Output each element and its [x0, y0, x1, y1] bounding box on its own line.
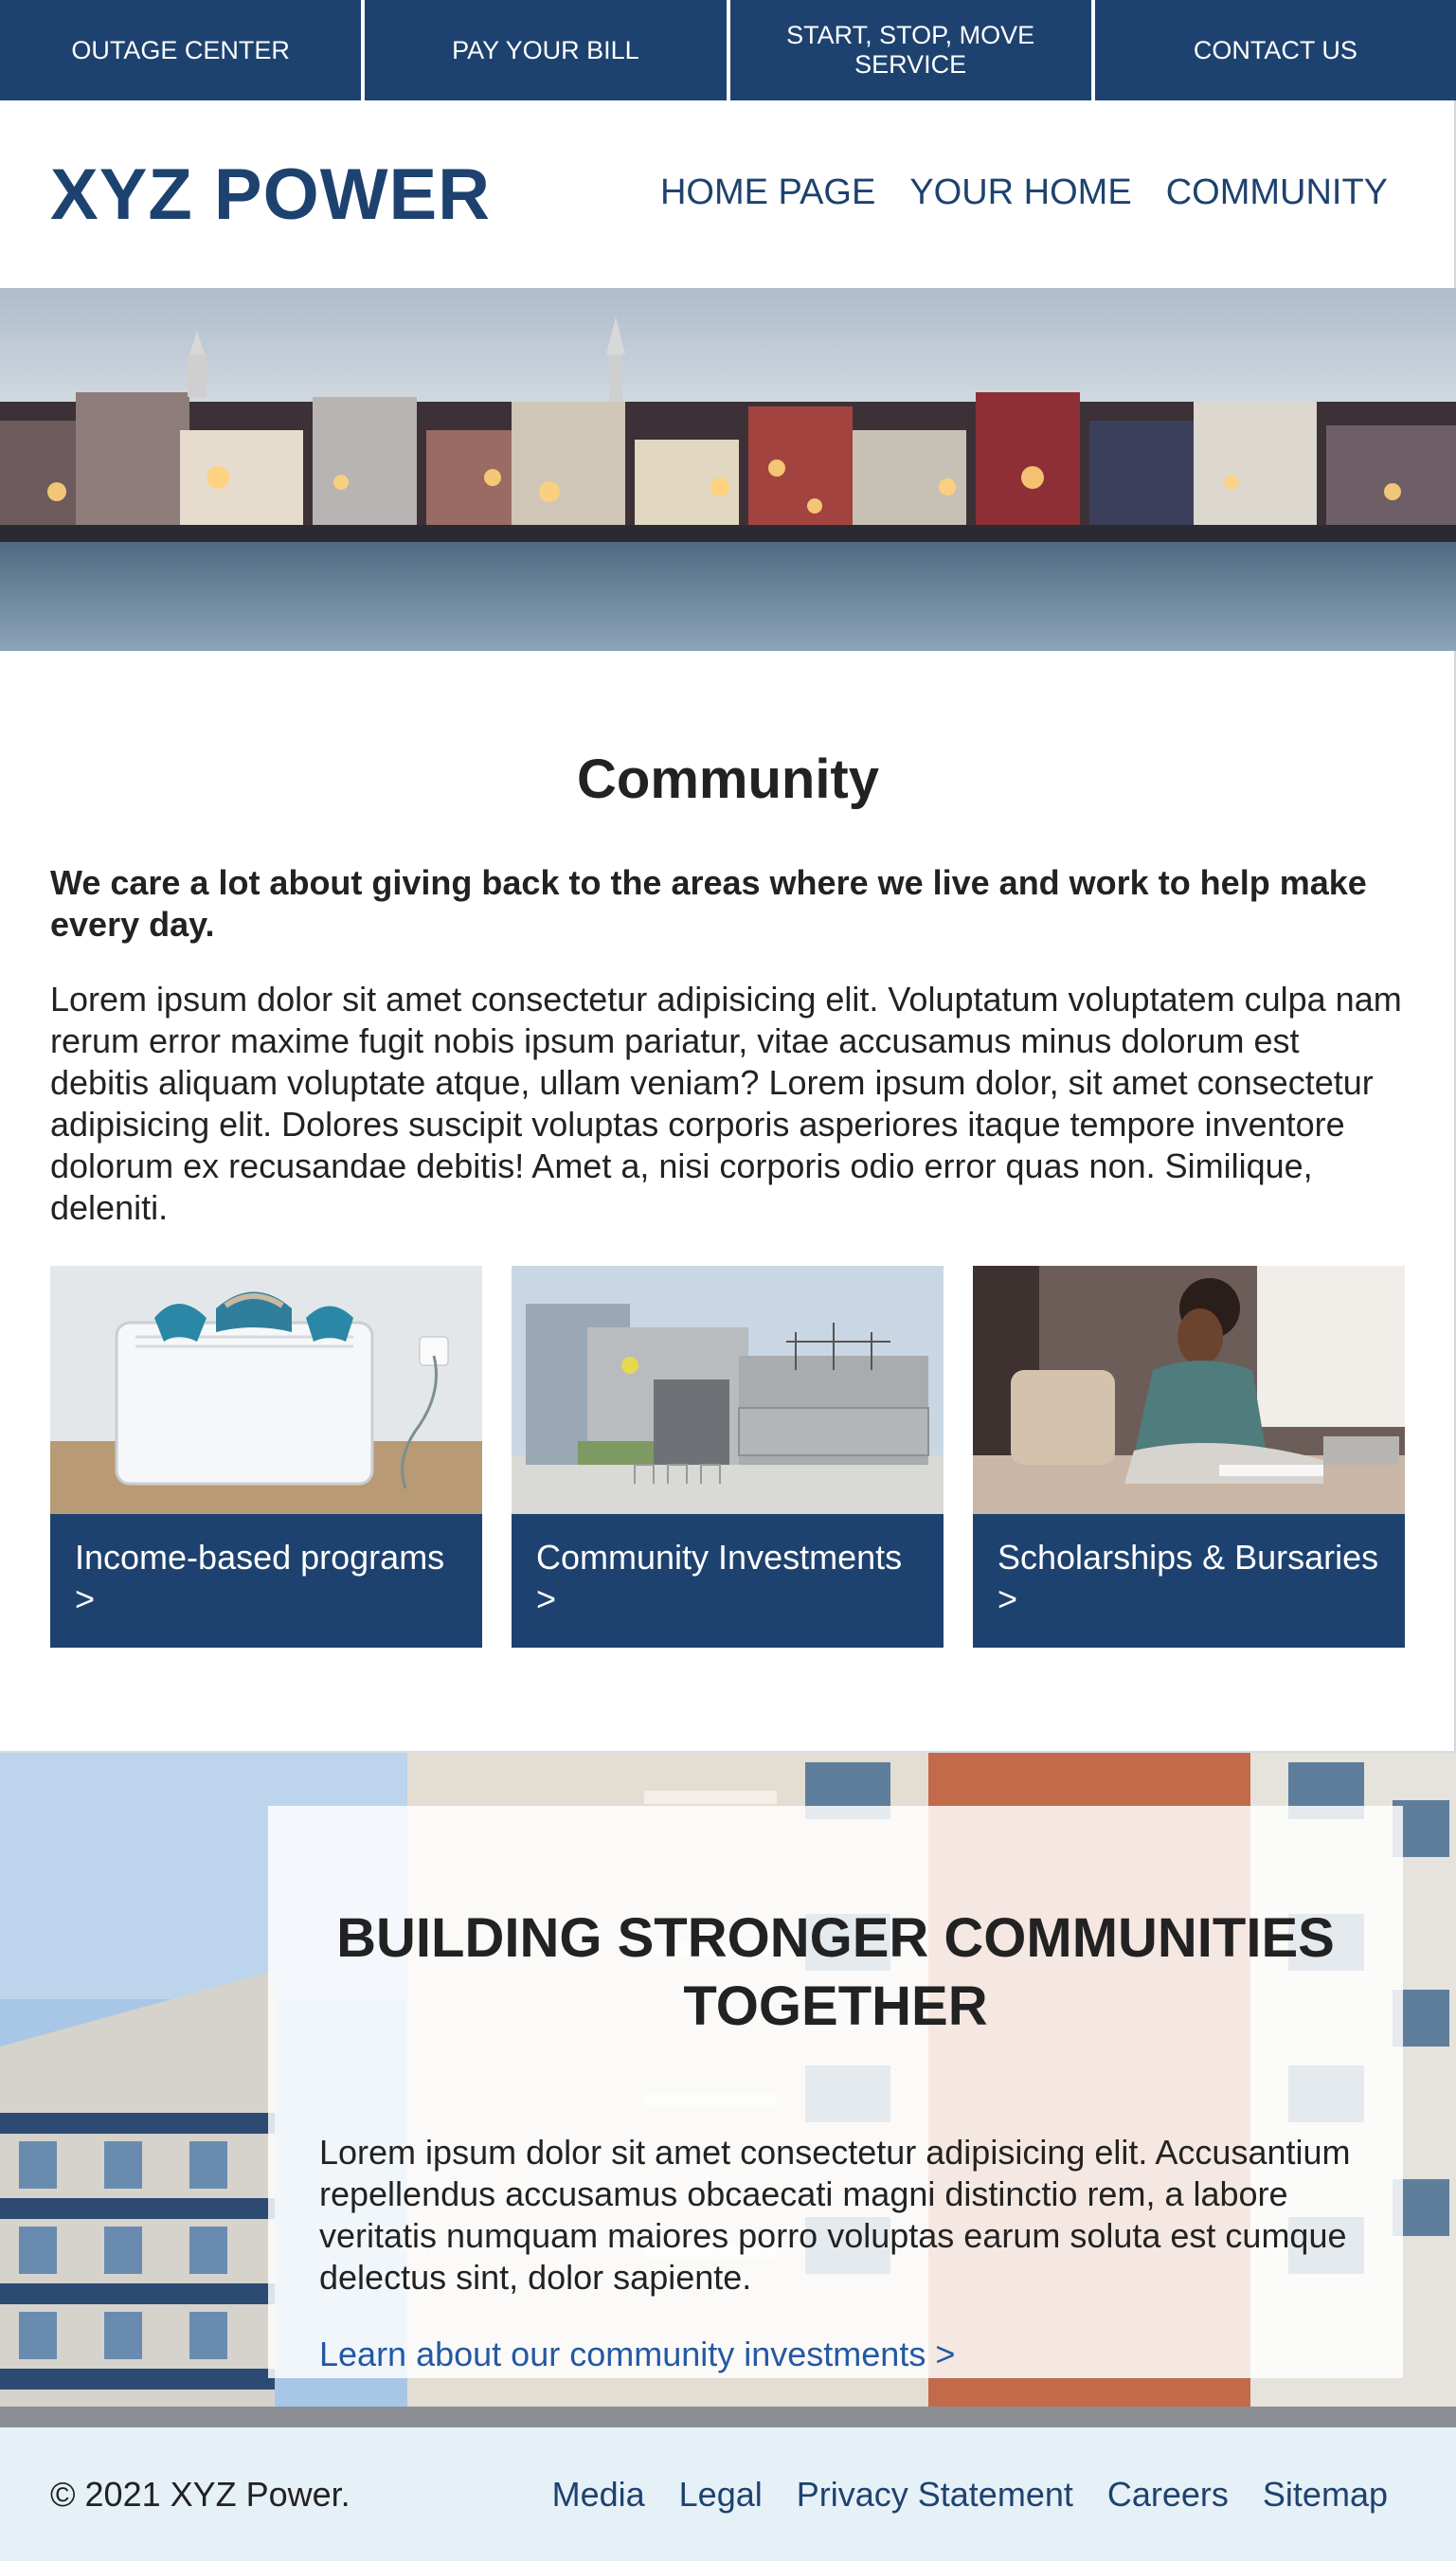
feature-body: Lorem ipsum dolor sit amet consectetur a… [319, 2133, 1351, 2297]
footer-link-sitemap[interactable]: Sitemap [1263, 2475, 1388, 2515]
card-label: Community Investments > [512, 1514, 944, 1648]
feature-banner: BUILDING STRONGER COMMUNITIES TOGETHER L… [0, 1751, 1456, 2427]
footer-link-careers[interactable]: Careers [1107, 2475, 1229, 2515]
student-studying-image [973, 1266, 1405, 1514]
nav-your-home[interactable]: YOUR HOME [909, 172, 1131, 213]
program-cards: Income-based programs > Community Invest… [50, 1266, 1405, 1648]
card-income-based-programs[interactable]: Income-based programs > [50, 1266, 482, 1648]
copyright-text: © 2021 XYZ Power. [50, 2475, 351, 2514]
feature-card: BUILDING STRONGER COMMUNITIES TOGETHER L… [268, 1806, 1403, 2378]
utility-outage-center[interactable]: OUTAGE CENTER [0, 0, 366, 100]
radiator-image [50, 1266, 482, 1514]
utility-pay-bill[interactable]: PAY YOUR BILL [365, 0, 730, 100]
page: OUTAGE CENTER PAY YOUR BILL START, STOP,… [0, 0, 1456, 2561]
nav-community[interactable]: COMMUNITY [1166, 172, 1388, 213]
card-label: Scholarships & Bursaries > [973, 1514, 1405, 1648]
site-header: XYZ POWER HOME PAGE YOUR HOME COMMUNITY [0, 100, 1456, 288]
page-title: Community [577, 748, 879, 810]
utility-contact-us[interactable]: CONTACT US [1094, 0, 1456, 100]
site-logo[interactable]: XYZ POWER [50, 153, 491, 236]
feature-title: BUILDING STRONGER COMMUNITIES TOGETHER [336, 1907, 1335, 2037]
community-section: Community We care a lot about giving bac… [50, 651, 1406, 1257]
main-nav: HOME PAGE YOUR HOME COMMUNITY [660, 172, 1388, 213]
footer-link-privacy-statement[interactable]: Privacy Statement [797, 2475, 1073, 2515]
footer-nav: Media Legal Privacy Statement Careers Si… [552, 2475, 1388, 2515]
footer-link-legal[interactable]: Legal [679, 2475, 763, 2515]
power-building-image [512, 1266, 944, 1514]
utility-bar: OUTAGE CENTER PAY YOUR BILL START, STOP,… [0, 0, 1456, 100]
card-scholarships-bursaries[interactable]: Scholarships & Bursaries > [973, 1266, 1405, 1648]
utility-start-stop-move[interactable]: START, STOP, MOVE SERVICE [729, 0, 1095, 100]
hero-banner-image [0, 288, 1456, 651]
community-investments-link[interactable]: Learn about our community investments > [319, 2335, 955, 2374]
intro-lead: We care a lot about giving back to the a… [50, 863, 1367, 944]
intro-body: Lorem ipsum dolor sit amet consectetur a… [50, 980, 1402, 1227]
nav-home-page[interactable]: HOME PAGE [660, 172, 875, 213]
card-label: Income-based programs > [50, 1514, 482, 1648]
site-footer: © 2021 XYZ Power. Media Legal Privacy St… [0, 2427, 1456, 2561]
card-community-investments[interactable]: Community Investments > [512, 1266, 944, 1648]
footer-link-media[interactable]: Media [552, 2475, 645, 2515]
